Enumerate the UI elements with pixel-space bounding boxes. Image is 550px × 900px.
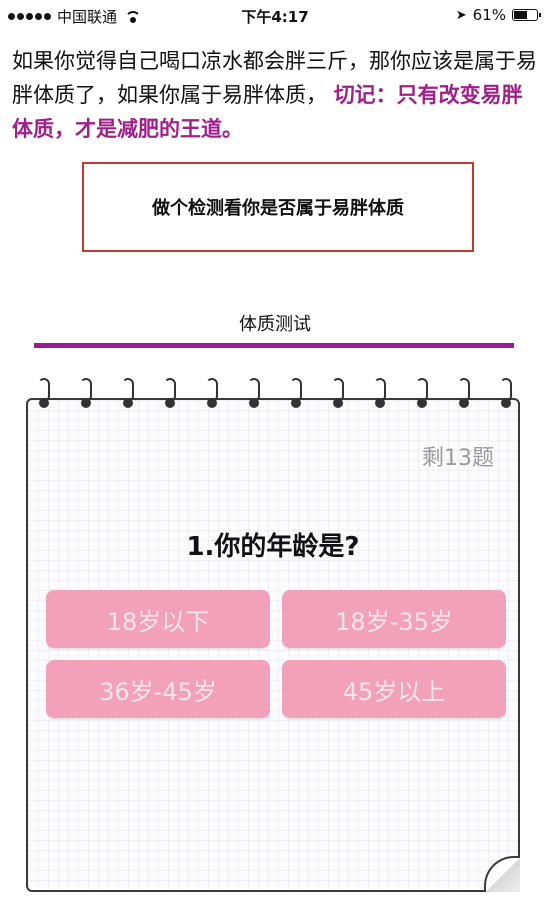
battery-fill — [514, 11, 527, 19]
tab-constitution-test[interactable]: 体质测试 — [0, 310, 550, 336]
option-18-35[interactable]: 18岁-35岁 — [282, 590, 506, 648]
status-bar: 中国联通 下午4:17 ➤ 61% — [0, 0, 550, 32]
binder-ring — [374, 378, 388, 412]
intro-paragraph: 如果你觉得自己喝口凉水都会胖三斤，那你应该是属于易胖体质了，如果你属于易胖体质，… — [12, 44, 540, 146]
binder-ring — [248, 378, 262, 412]
option-over-45[interactable]: 45岁以上 — [282, 660, 506, 718]
page-curl — [484, 856, 520, 892]
tab-underline — [34, 343, 514, 348]
quiz-notebook: 剩13题 1.你的年龄是? 18岁以下 18岁-35岁 36岁-45岁 45岁以… — [26, 378, 520, 892]
battery-icon — [512, 9, 541, 21]
location-arrow-icon: ➤ — [455, 7, 467, 23]
binder-ring — [80, 378, 94, 412]
binder-ring — [122, 378, 136, 412]
notebook-binder-rings — [28, 378, 522, 418]
binder-ring — [206, 378, 220, 412]
binder-ring — [164, 378, 178, 412]
binder-ring — [290, 378, 304, 412]
option-36-45[interactable]: 36岁-45岁 — [46, 660, 270, 718]
binder-ring — [458, 378, 472, 412]
questions-remaining: 剩13题 — [422, 446, 494, 471]
binder-ring — [38, 378, 52, 412]
status-right: ➤ 61% — [455, 6, 541, 24]
binder-ring — [416, 378, 430, 412]
binder-ring — [332, 378, 346, 412]
option-under-18[interactable]: 18岁以下 — [46, 590, 270, 648]
binder-ring — [500, 378, 514, 412]
battery-percent: 61% — [472, 6, 506, 24]
quiz-question: 1.你的年龄是? — [186, 532, 360, 562]
detect-test-button[interactable]: 做个检测看你是否属于易胖体质 — [82, 162, 474, 252]
